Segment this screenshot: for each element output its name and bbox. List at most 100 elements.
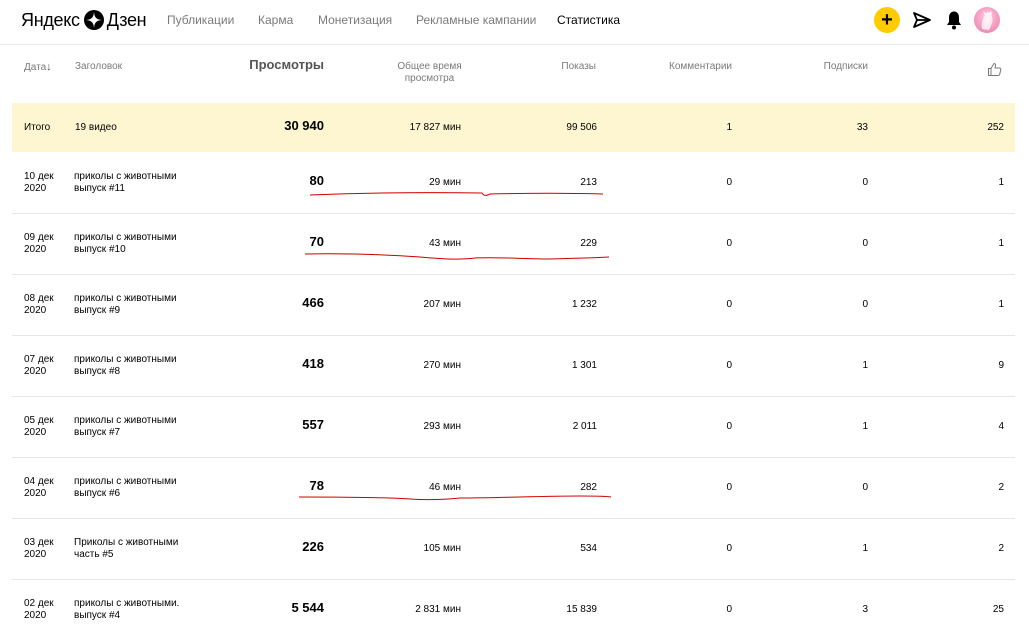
row-date-year: 2020 [24,549,47,560]
row-impressions: 1 301 [571,360,597,371]
column-header-comments[interactable]: Комментарии [652,61,732,73]
sort-arrow-icon: ↓ [46,61,52,73]
row-title-line2: выпуск #6 [74,488,121,499]
row-views: 80 [309,173,324,188]
row-subscriptions: 0 [862,299,868,310]
row-comments: 0 [726,238,732,249]
add-button[interactable]: + [874,7,900,33]
avatar-image [981,10,993,30]
thumbs-up-icon[interactable] [987,62,1002,77]
row-subscriptions: 3 [862,604,868,615]
row-subscriptions: 0 [862,177,868,188]
nav-publications[interactable]: Публикации [167,13,234,27]
row-title-line2: выпуск #10 [74,244,126,255]
row-date-year: 2020 [24,427,47,438]
table-row[interactable]: 07 дек 2020 приколы с животными выпуск #… [12,336,1015,397]
row-date-day: 02 дек [24,598,54,609]
row-title-line2: выпуск #4 [74,610,121,621]
row-views: 70 [309,234,324,249]
row-date-year: 2020 [24,305,47,316]
add-icon: + [881,9,893,31]
table-row[interactable]: 08 дек 2020 приколы с животными выпуск #… [12,275,1015,336]
row-title-line2: часть #5 [74,549,114,560]
totals-views: 30 940 [284,118,324,133]
row-title[interactable]: Приколы с животными часть #5 [74,537,178,561]
row-date: 04 дек 2020 [24,476,54,500]
row-title[interactable]: приколы с животными выпуск #10 [74,232,177,256]
row-watch-time: 46 мин [429,482,461,493]
nav-monetization[interactable]: Монетизация [318,13,392,27]
row-title-line1: приколы с животными [74,293,177,304]
row-title-line1: приколы с животными. [74,598,180,609]
table-row[interactable]: 09 дек 2020 приколы с животными выпуск #… [12,214,1015,275]
row-views: 557 [302,417,324,432]
row-subscriptions: 0 [862,482,868,493]
table-row[interactable]: 05 дек 2020 приколы с животными выпуск #… [12,397,1015,458]
row-views: 5 544 [291,600,324,615]
row-title[interactable]: приколы с животными. выпуск #4 [74,598,179,622]
row-watch-time: 29 мин [429,177,461,188]
row-title[interactable]: приколы с животными выпуск #11 [74,171,177,195]
row-watch-time: 2 831 мин [415,604,461,615]
row-comments: 0 [726,177,732,188]
nav-karma[interactable]: Карма [258,13,293,27]
row-date: 09 дек 2020 [24,232,54,256]
row-date-day: 05 дек [24,415,54,426]
table-row[interactable]: 02 дек 2020 приколы с животными. выпуск … [12,580,1015,625]
column-header-title[interactable]: Заголовок [75,61,122,73]
row-date-year: 2020 [24,244,47,255]
row-title-line1: приколы с животными [74,171,177,182]
row-date-day: 07 дек [24,354,54,365]
row-watch-time: 293 мин [423,421,461,432]
row-title[interactable]: приколы с животными выпуск #7 [74,415,177,439]
column-header-views[interactable]: Просмотры [240,58,324,71]
row-date-day: 04 дек [24,476,54,487]
totals-title: 19 видео [75,122,117,133]
yandex-zen-logo[interactable]: Яндекс Дзен [21,8,147,32]
nav-statistics[interactable]: Статистика [557,13,620,27]
row-date-day: 09 дек [24,232,54,243]
row-date-year: 2020 [24,610,47,621]
row-title-line2: выпуск #7 [74,427,121,438]
row-watch-time: 105 мин [423,543,461,554]
row-title[interactable]: приколы с животными выпуск #6 [74,476,177,500]
table-row[interactable]: 10 дек 2020 приколы с животными выпуск #… [12,153,1015,214]
row-date-year: 2020 [24,488,47,499]
row-likes: 4 [998,421,1004,432]
row-subscriptions: 1 [862,421,868,432]
column-header-date[interactable]: Дата↓ [24,61,52,74]
row-likes: 1 [998,177,1004,188]
row-title-line2: выпуск #9 [74,305,121,316]
bell-icon[interactable] [945,10,963,30]
row-title[interactable]: приколы с животными выпуск #9 [74,293,177,317]
row-views: 78 [309,478,324,493]
row-title-line1: приколы с животными [74,232,177,243]
row-likes: 2 [998,543,1004,554]
row-title-line1: приколы с животными [74,476,177,487]
row-date: 08 дек 2020 [24,293,54,317]
zen-star-icon [83,10,104,30]
totals-impressions: 99 506 [566,122,597,133]
row-title[interactable]: приколы с животными выпуск #8 [74,354,177,378]
row-title-line1: приколы с животными [74,415,177,426]
row-impressions: 282 [580,482,597,493]
row-watch-time: 43 мин [429,238,461,249]
row-comments: 0 [726,604,732,615]
avatar[interactable] [974,7,1000,33]
column-header-date-label: Дата [24,62,47,73]
row-title-line1: Приколы с животными [74,537,179,548]
table-row[interactable]: 03 дек 2020 Приколы с животными часть #5… [12,519,1015,580]
column-header-watch-time[interactable]: Общее время просмотра [392,61,467,85]
totals-watch-time: 17 827 мин [409,122,461,133]
nav-ad-campaigns[interactable]: Рекламные кампании [416,13,536,27]
table-row[interactable]: 04 дек 2020 приколы с животными выпуск #… [12,458,1015,519]
column-header-impressions[interactable]: Показы [540,61,596,73]
totals-subscriptions: 33 [856,122,868,133]
totals-likes: 252 [987,122,1004,133]
row-impressions: 229 [580,238,597,249]
row-watch-time: 207 мин [423,299,461,310]
row-views: 418 [302,356,324,371]
row-date: 02 дек 2020 [24,598,54,622]
send-icon[interactable] [912,10,932,30]
column-header-subscriptions[interactable]: Подписки [808,61,868,73]
